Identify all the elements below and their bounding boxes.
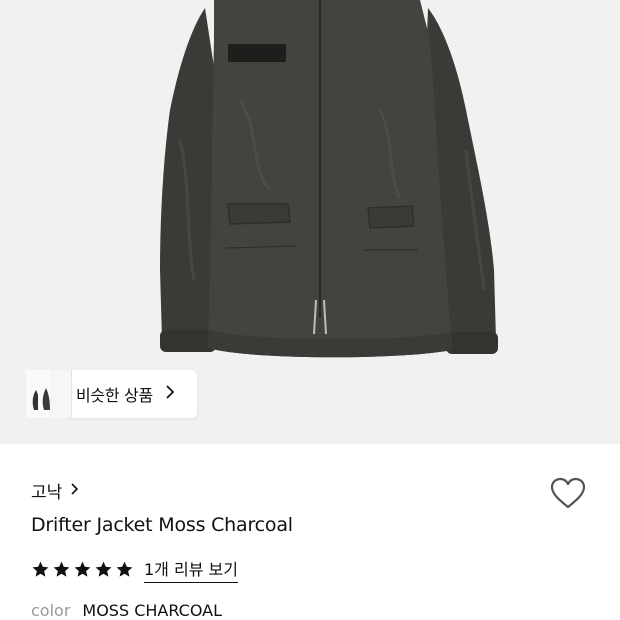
product-image[interactable]: 비슷한 상품 bbox=[0, 0, 620, 444]
similar-thumbnail bbox=[50, 370, 72, 418]
star-filled-icon bbox=[53, 561, 70, 577]
chevron-right-icon bbox=[165, 384, 175, 404]
product-title: Drifter Jacket Moss Charcoal bbox=[31, 514, 293, 536]
similar-thumbnails bbox=[26, 370, 72, 418]
star-filled-icon bbox=[116, 561, 133, 577]
star-filled-icon bbox=[95, 561, 112, 577]
view-reviews-link[interactable]: 1개 리뷰 보기 bbox=[144, 556, 238, 583]
brand-name: 고낙 bbox=[31, 483, 63, 503]
similar-products-label: 비슷한 상품 bbox=[76, 386, 153, 405]
color-info: color MOSS CHARCOAL bbox=[31, 601, 222, 620]
color-label: color bbox=[31, 601, 71, 620]
color-value: MOSS CHARCOAL bbox=[82, 601, 223, 620]
similar-chip-body[interactable]: 비슷한 상품 bbox=[66, 370, 197, 418]
similar-products-button[interactable]: 비슷한 상품 bbox=[26, 370, 197, 418]
star-filled-icon bbox=[32, 561, 49, 577]
heart-outline-icon bbox=[550, 477, 586, 509]
star-rating bbox=[31, 560, 134, 579]
chevron-right-icon bbox=[70, 482, 79, 500]
rating-row: 1개 리뷰 보기 bbox=[31, 556, 238, 583]
like-button[interactable] bbox=[548, 474, 588, 514]
brand-link[interactable]: 고낙 bbox=[31, 478, 79, 503]
star-filled-icon bbox=[74, 561, 91, 577]
